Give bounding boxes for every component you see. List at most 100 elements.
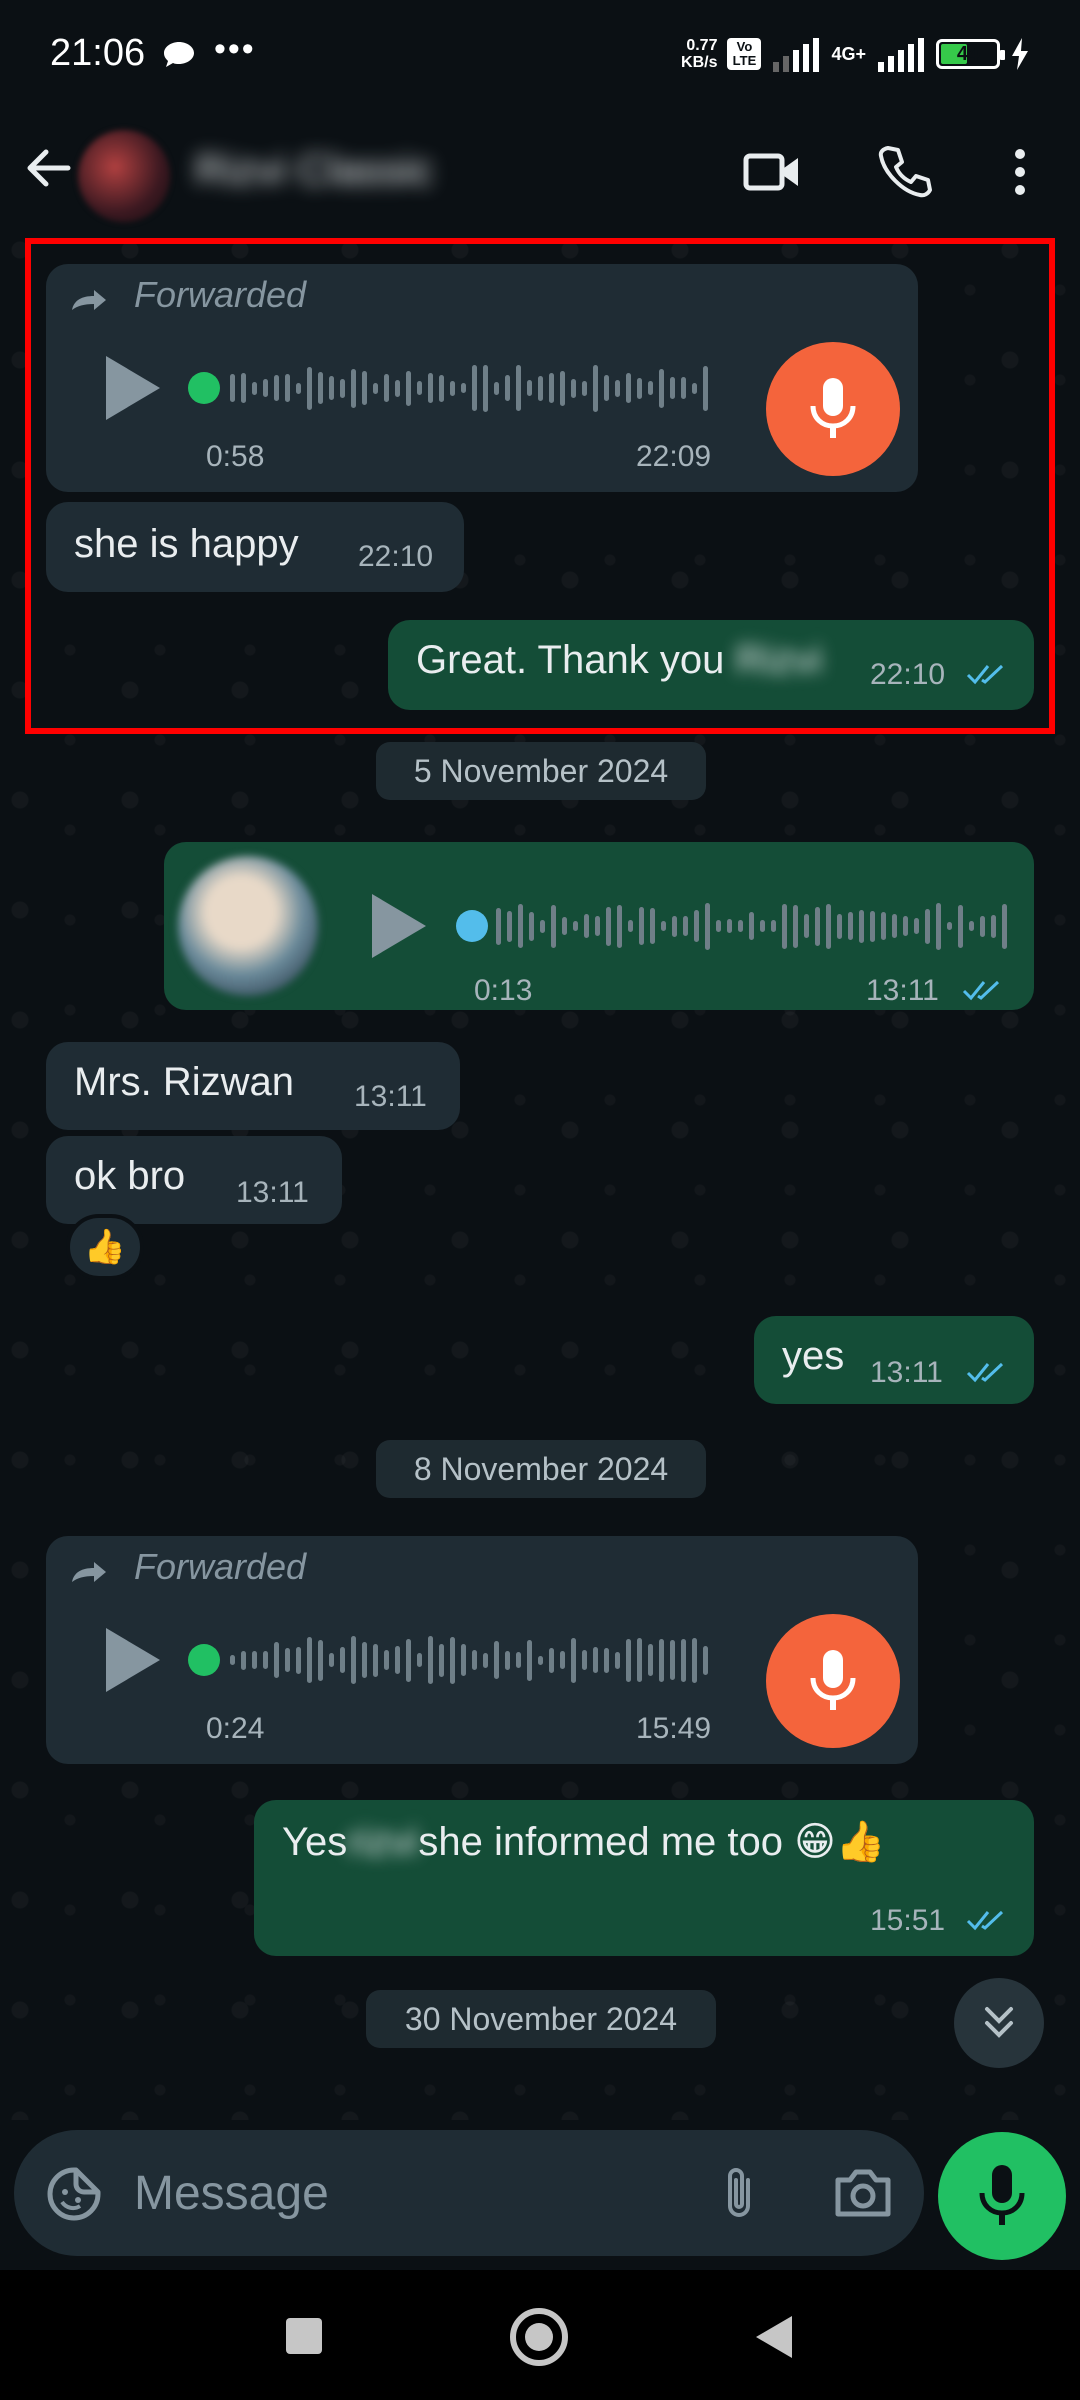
waveform-bar (793, 904, 798, 948)
outgoing-text-message[interactable]: yes 13:11 (754, 1316, 1034, 1404)
waveform-bar (318, 1639, 323, 1681)
overflow-menu-icon[interactable] (988, 140, 1052, 204)
sticker-emoji-icon[interactable] (44, 2164, 104, 2224)
playback-position-dot[interactable] (456, 910, 488, 942)
waveform-bar (362, 1642, 367, 1678)
waveform-bar (496, 907, 501, 945)
back-arrow-icon[interactable] (20, 140, 76, 196)
scroll-to-bottom-button[interactable] (954, 1978, 1044, 2068)
record-voice-button[interactable] (938, 2132, 1066, 2260)
outgoing-text-message[interactable]: Yesrizvishe informed me too 😁👍 15:51 (254, 1800, 1034, 1956)
waveform-bar (749, 912, 754, 940)
waveform-bar (571, 1637, 576, 1683)
back-nav-icon[interactable] (752, 2312, 798, 2362)
message-text: Mrs. Rizwan (74, 1060, 295, 1104)
date-separator: 30 November 2024 (366, 1990, 716, 2048)
speed-value: 0.77 (686, 37, 718, 54)
waveform-bar (826, 903, 831, 949)
waveform-bar (483, 1652, 488, 1668)
waveform-bar (395, 1646, 400, 1674)
waveform-bar (661, 921, 666, 931)
waveform-bar (672, 915, 677, 937)
voice-call-icon[interactable] (872, 140, 936, 204)
chat-notification-icon (164, 42, 194, 67)
waveform-bar (615, 1651, 620, 1669)
waveform-bar (472, 1650, 477, 1670)
waveform-bar (738, 920, 743, 932)
charging-icon (1012, 38, 1028, 70)
waveform-bar (516, 1652, 521, 1668)
waveform-bar (991, 914, 996, 938)
message-reaction[interactable]: 👍 (66, 1214, 144, 1280)
incoming-text-message[interactable]: Mrs. Rizwan 13:11 (46, 1042, 460, 1130)
recent-apps-icon[interactable] (282, 2314, 326, 2358)
waveform-bar (859, 909, 864, 943)
incoming-text-message[interactable]: ok bro 13:11 (46, 1136, 342, 1224)
waveform-bar (406, 1638, 411, 1682)
waveform-bar (705, 902, 710, 950)
contact-avatar[interactable] (78, 130, 170, 222)
waveform-bar (626, 1638, 631, 1682)
waveform-bar (804, 914, 809, 938)
more-notifications-icon: ••• (214, 30, 256, 68)
voice-waveform[interactable] (496, 896, 1007, 956)
waveform-bar (782, 903, 787, 949)
play-icon[interactable] (372, 894, 426, 958)
read-ticks-icon (966, 1910, 1004, 1931)
highlight-box (25, 238, 1055, 734)
message-input[interactable] (134, 2158, 674, 2228)
waveform-bar (417, 1653, 422, 1667)
waveform-bar (329, 1653, 334, 1667)
waveform-bar (461, 1644, 466, 1676)
voice-duration: 0:24 (206, 1712, 265, 1745)
attach-icon[interactable] (714, 2164, 764, 2224)
read-ticks-icon (962, 980, 1000, 1001)
waveform-bar (285, 1648, 290, 1672)
waveform-bar (439, 1643, 444, 1677)
message-time: 13:11 (236, 1176, 309, 1209)
waveform-bar (351, 1636, 356, 1684)
waveform-bar (263, 1651, 268, 1669)
message-text-part: she informed me too 😁👍 (418, 1820, 886, 1864)
message-text: yes (782, 1334, 845, 1378)
waveform-bar (617, 904, 622, 948)
voice-waveform[interactable] (230, 1630, 708, 1690)
waveform-bar (815, 906, 820, 946)
waveform-bar (529, 911, 534, 941)
mic-icon (979, 2165, 1025, 2225)
waveform-bar (683, 916, 688, 936)
playback-position-dot[interactable] (188, 1644, 220, 1676)
waveform-bar (582, 1650, 587, 1670)
play-icon[interactable] (106, 1628, 160, 1692)
waveform-bar (538, 1655, 543, 1665)
waveform-bar (760, 920, 765, 932)
date-separator: 5 November 2024 (376, 742, 706, 800)
system-navigation-bar (0, 2270, 1080, 2400)
waveform-bar (307, 1637, 312, 1683)
waveform-bar (373, 1643, 378, 1677)
waveform-bar (527, 1639, 532, 1681)
message-time: 15:49 (636, 1712, 712, 1745)
contact-name[interactable]: Rizvi Classic (195, 146, 433, 194)
chat-messages[interactable]: Forwarded 0:58 22:09 she is happy 22:10 … (0, 230, 1080, 2120)
chat-header: Rizvi Classic (0, 110, 1080, 230)
message-text: Yesrizvishe informed me too 😁👍 (282, 1818, 886, 1865)
home-icon[interactable] (508, 2306, 570, 2368)
outgoing-voice-message[interactable]: 0:13 13:11 (164, 842, 1034, 1010)
video-call-icon[interactable] (740, 140, 804, 204)
waveform-bar (604, 1647, 609, 1673)
camera-icon[interactable] (832, 2164, 894, 2220)
status-bar: 21:06 ••• 0.77 KB/s Vo LTE 4G+ 44 (0, 0, 1080, 110)
waveform-bar (628, 920, 633, 932)
waveform-bar (505, 1650, 510, 1670)
waveform-bar (637, 1638, 642, 1682)
waveform-bar (837, 913, 842, 939)
waveform-bar (650, 908, 655, 944)
message-time: 13:11 (866, 974, 939, 1007)
waveform-bar (230, 1655, 235, 1665)
message-input-container[interactable] (14, 2130, 924, 2256)
waveform-bar (551, 904, 556, 948)
waveform-bar (428, 1636, 433, 1684)
forwarded-label: Forwarded (134, 1546, 307, 1587)
network-speed: 0.77 KB/s (681, 37, 717, 71)
